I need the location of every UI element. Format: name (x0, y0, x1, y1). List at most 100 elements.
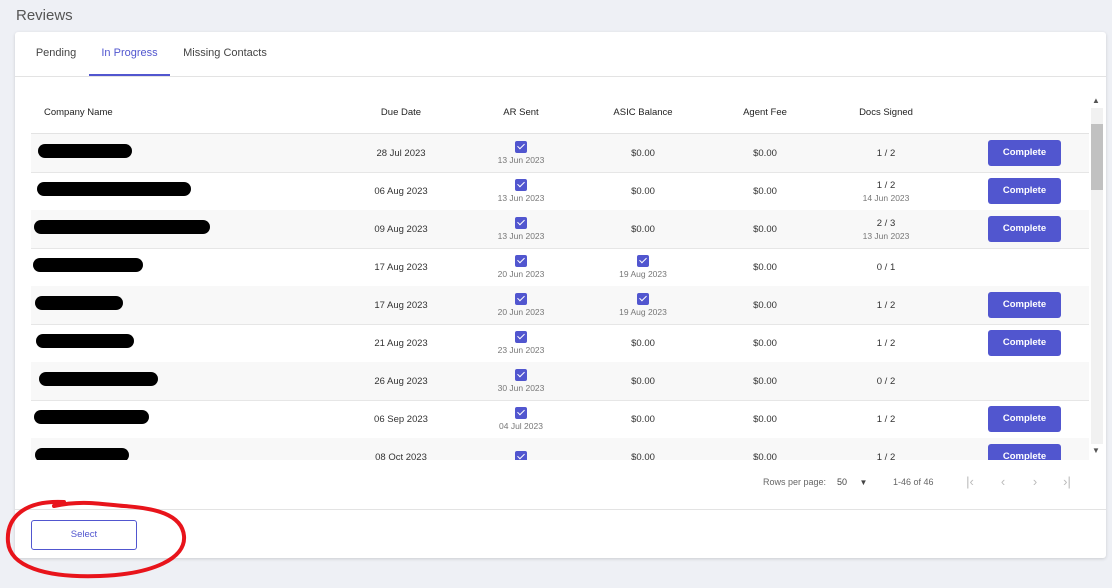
scrollbar-thumb[interactable] (1091, 124, 1103, 190)
agent-fee: $0.00 (753, 337, 777, 349)
checkbox-checked-icon[interactable] (515, 331, 527, 343)
complete-button[interactable]: Complete (988, 406, 1061, 432)
ar-sent-date: 20 Jun 2023 (497, 307, 545, 317)
docs-signed: 0 / 2 (876, 375, 896, 387)
docs-signed-cell: 1 / 2 14 Jun 2023 (846, 172, 926, 210)
first-page-icon[interactable]: |‹ (960, 472, 980, 492)
tab-pending[interactable]: Pending (27, 32, 85, 75)
checkbox-checked-icon[interactable] (515, 217, 527, 229)
table-row[interactable]: 21 Aug 2023 23 Jun 2023 $0.00 $0.00 1 / 2 Com… (31, 324, 1089, 363)
asic-balance-cell: $0.00 (603, 362, 683, 400)
tab-missing-contacts[interactable]: Missing Contacts (175, 32, 275, 75)
table-row[interactable]: 28 Jul 2023 13 Jun 2023 $0.00 $0.00 1 / 2 Com… (31, 134, 1089, 173)
redacted-company-name (34, 220, 210, 234)
redacted-company-name (36, 334, 134, 348)
checkbox-checked-icon[interactable] (515, 451, 527, 460)
docs-signed-cell: 1 / 2 (846, 438, 926, 461)
header-due-date[interactable]: Due Date (361, 92, 441, 133)
agent-fee: $0.00 (753, 299, 777, 311)
scroll-down-icon[interactable]: ▼ (1089, 444, 1103, 458)
checkbox-checked-icon[interactable] (637, 293, 649, 305)
due-date-cell: 17 Aug 2023 (361, 248, 441, 286)
docs-signed-cell: 0 / 2 (846, 362, 926, 400)
checkbox-checked-icon[interactable] (515, 141, 527, 153)
table-row[interactable]: 06 Sep 2023 04 Jul 2023 $0.00 $0.00 1 / 2 Com… (31, 400, 1089, 439)
agent-fee-cell: $0.00 (725, 286, 805, 324)
agent-fee-cell: $0.00 (725, 324, 805, 362)
ar-sent-cell: 13 Jun 2023 (481, 210, 561, 248)
due-date: 06 Sep 2023 (374, 413, 428, 425)
asic-balance: $0.00 (631, 451, 655, 461)
asic-balance-cell: 19 Aug 2023 (603, 286, 683, 324)
due-date-cell: 17 Aug 2023 (361, 286, 441, 324)
rows-per-page-select[interactable]: 50 ▼ (837, 472, 867, 492)
agent-fee-cell: $0.00 (725, 400, 805, 438)
rows-per-page-label: Rows per page: (763, 477, 827, 487)
docs-signed: 1 / 2 (876, 147, 896, 159)
complete-button[interactable]: Complete (988, 140, 1061, 166)
table-row[interactable]: 17 Aug 2023 20 Jun 2023 19 Aug 2023 $0.00 1 … (31, 286, 1089, 325)
asic-balance: $0.00 (631, 223, 655, 235)
ar-sent-date: 13 Jun 2023 (497, 155, 545, 165)
asic-balance-cell: 19 Aug 2023 (603, 248, 683, 286)
ar-sent-cell: 20 Jun 2023 (481, 286, 561, 324)
header-agent-fee[interactable]: Agent Fee (725, 92, 805, 133)
table-row[interactable]: 09 Aug 2023 13 Jun 2023 $0.00 $0.00 2 / 3 13 … (31, 210, 1089, 249)
agent-fee: $0.00 (753, 185, 777, 197)
docs-signed-cell: 2 / 3 13 Jun 2023 (846, 210, 926, 248)
due-date-cell: 28 Jul 2023 (361, 134, 441, 172)
table-row[interactable]: 26 Aug 2023 30 Jun 2023 $0.00 $0.00 0 / 2 (31, 362, 1089, 401)
header-asic-balance[interactable]: ASIC Balance (603, 92, 683, 133)
agent-fee-cell: $0.00 (725, 362, 805, 400)
header-company-name[interactable]: Company Name (44, 92, 113, 133)
due-date-cell: 06 Aug 2023 (361, 172, 441, 210)
checkbox-checked-icon[interactable] (515, 407, 527, 419)
due-date-cell: 26 Aug 2023 (361, 362, 441, 400)
complete-button[interactable]: Complete (988, 292, 1061, 318)
agent-fee-cell: $0.00 (725, 438, 805, 461)
checkbox-checked-icon[interactable] (515, 293, 527, 305)
header-ar-sent[interactable]: AR Sent (481, 92, 561, 133)
redacted-company-name (35, 296, 123, 310)
agent-fee: $0.00 (753, 223, 777, 235)
asic-balance: $0.00 (631, 337, 655, 349)
table-row[interactable]: 08 Oct 2023 $0.00 $0.00 1 / 2 Complete (31, 438, 1089, 460)
asic-balance: $0.00 (631, 185, 655, 197)
table-row[interactable]: 06 Aug 2023 13 Jun 2023 $0.00 $0.00 1 / 2 14 … (31, 172, 1089, 211)
checkbox-checked-icon[interactable] (515, 369, 527, 381)
docs-signed-date: 14 Jun 2023 (862, 192, 910, 203)
docs-signed-cell: 0 / 1 (846, 248, 926, 286)
asic-balance-cell: $0.00 (603, 400, 683, 438)
redacted-company-name (33, 258, 143, 272)
due-date-cell: 21 Aug 2023 (361, 324, 441, 362)
complete-button[interactable]: Complete (988, 330, 1061, 356)
reviews-card: Pending In Progress Missing Contacts Com… (15, 32, 1106, 558)
docs-signed: 1 / 2 (876, 413, 896, 425)
complete-button[interactable]: Complete (988, 216, 1061, 242)
ar-sent-date: 30 Jun 2023 (497, 383, 545, 393)
last-page-icon[interactable]: ›| (1057, 472, 1077, 492)
tab-in-progress[interactable]: In Progress (89, 32, 170, 76)
table-scrollbar[interactable]: ▲ ▼ (1089, 92, 1103, 460)
scroll-up-icon[interactable]: ▲ (1089, 94, 1103, 108)
checkbox-checked-icon[interactable] (515, 255, 527, 267)
complete-button[interactable]: Complete (988, 178, 1061, 204)
checkbox-checked-icon[interactable] (637, 255, 649, 267)
checkbox-checked-icon[interactable] (515, 179, 527, 191)
complete-button[interactable]: Complete (988, 444, 1061, 460)
agent-fee: $0.00 (753, 375, 777, 387)
header-docs-signed[interactable]: Docs Signed (846, 92, 926, 133)
agent-fee: $0.00 (753, 413, 777, 425)
due-date: 17 Aug 2023 (374, 261, 428, 273)
table-row[interactable]: 17 Aug 2023 20 Jun 2023 19 Aug 2023 $0.00 0 … (31, 248, 1089, 287)
agent-fee-cell: $0.00 (725, 210, 805, 248)
next-page-icon[interactable]: › (1025, 472, 1045, 492)
agent-fee-cell: $0.00 (725, 172, 805, 210)
rows-per-page-value: 50 (837, 477, 848, 487)
redacted-company-name (34, 410, 149, 424)
asic-date: 19 Aug 2023 (619, 307, 667, 317)
docs-signed: 1 / 2 (876, 179, 896, 191)
ar-sent-cell: 13 Jun 2023 (481, 172, 561, 210)
previous-page-icon[interactable]: ‹ (993, 472, 1013, 492)
asic-balance: $0.00 (631, 413, 655, 425)
